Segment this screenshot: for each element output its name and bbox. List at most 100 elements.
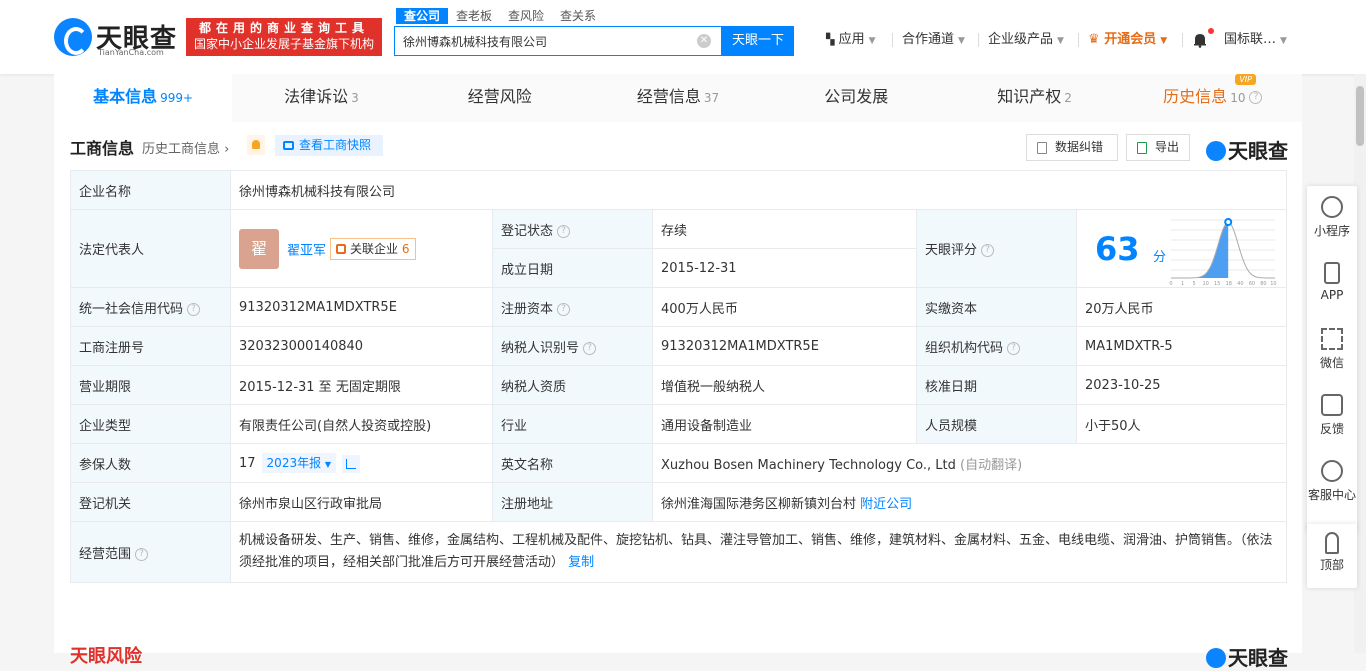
brand-text: 天眼查 [1228,139,1288,163]
score-cell[interactable]: 63 分 015101518406080100 [1075,209,1288,288]
export-button[interactable]: 导出 [1126,134,1190,161]
history-link-label: 历史工商信息 [142,142,221,157]
search-tab-company[interactable]: 查公司 [396,8,449,24]
snapshot-button[interactable]: 查看工商快照 [275,135,383,156]
tab-basic-info[interactable]: 基本信息 999+ [54,74,233,122]
search-button[interactable]: 天眼一下 [722,26,794,56]
brand-text: 天眼查 [1228,646,1288,670]
tab-risk[interactable]: 经营风险 [411,74,589,122]
slogan-line-1: 都在用的商业查询工具 [198,21,369,35]
bell-icon[interactable] [1192,32,1208,48]
nav-intl[interactable]: 国标联… ▼ [1224,30,1287,50]
snapshot-label: 查看工商快照 [299,138,372,152]
chart-tick-label: 10 [1202,281,1208,286]
search-tab-risk[interactable]: 查风险 [500,8,552,24]
back-to-top[interactable]: 顶部 [1307,524,1357,588]
side-support[interactable]: 客服中心 [1307,450,1357,514]
chart-tick-label: 5 [1193,281,1196,286]
related-companies-button[interactable]: 关联企业 6 [330,237,416,260]
nav-vip-label: 开通会员 [1104,32,1157,47]
score-label: 天眼评分 [925,243,978,258]
chart-tick-label: 15 [1214,281,1220,286]
tab-count: 10 [1230,91,1246,105]
side-app[interactable]: APP [1307,252,1357,316]
tab-count: 3 [351,91,359,105]
chart-tick-label: 0 [1169,281,1172,286]
english-name-value: Xuzhou Bosen Machinery Technology Co., L… [661,457,956,473]
miniprogram-icon [1321,196,1343,218]
chevron-right-icon: › [224,142,230,157]
chevron-down-icon: ▼ [1057,36,1064,46]
credit-code-value: 91320312MA1MDXTR5E [230,287,493,327]
help-icon[interactable]: ? [583,341,597,355]
help-icon[interactable]: ? [135,547,149,561]
document-icon [1037,142,1047,154]
apps-grid-icon: ▚ [826,33,835,46]
taxpayer-id-value: 91320312MA1MDXTR5E [652,326,917,366]
org-code-key: 组织机构代码? [916,326,1077,366]
section-title: 工商信息 [70,139,135,158]
side-label: 客服中心 [1307,488,1356,502]
side-label: 小程序 [1313,224,1350,238]
side-feedback[interactable]: 反馈 [1307,384,1357,448]
help-icon[interactable]: ? [1249,91,1263,104]
nav-channels[interactable]: 合作通道 ▼ [902,30,965,50]
phone-icon [1324,262,1340,284]
top-header: 天眼查 TianYanCha.com 都在用的商业查询工具 国家中小企业发展子基… [0,0,1366,74]
logo-eye-icon [1206,141,1226,161]
nav-vip[interactable]: ♛ 开通会员 ▼ [1088,30,1167,50]
notification-dot [1208,28,1214,34]
search-tab-relation[interactable]: 查关系 [552,8,604,24]
help-icon[interactable]: ? [1007,341,1021,355]
chevron-down-icon: ▼ [1280,36,1287,46]
side-wechat[interactable]: 微信 [1307,318,1357,382]
scope-value: 机械设备研发、生产、销售、维修，金属结构、工程机械及配件、旋挖钻机、钻具、灌注导… [239,533,1273,570]
nav-divider [892,33,893,47]
found-date-value: 2015-12-31 [652,248,917,288]
tab-operation[interactable]: 经营信息 37 [589,74,767,122]
nearby-companies-link[interactable]: 附近公司 [860,497,912,512]
excel-icon [1137,142,1147,154]
slogan-banner: 都在用的商业查询工具 国家中小企业发展子基金旗下机构 [186,18,382,56]
table-row: 参保人数 17 2023年报 ▼ 英文名称 Xuzhou Bosen Machin… [70,443,1288,483]
company-name-label: 企业名称 [70,170,231,210]
legal-rep-link[interactable]: 翟亚军 [287,243,326,258]
side-top[interactable]: 顶部 [1307,524,1357,588]
history-business-link[interactable]: 历史工商信息 › [142,138,229,157]
nav-apps[interactable]: ▚ 应用 ▼ [826,30,876,50]
help-icon[interactable]: ? [557,224,571,238]
copy-link[interactable]: 复制 [568,555,594,570]
site-logo[interactable]: 天眼查 TianYanCha.com [54,16,182,60]
help-icon[interactable]: ? [187,302,201,316]
taxpayer-id-label: 纳税人识别号 [501,340,580,356]
term-value: 2015-12-31 至 无固定期限 [230,365,493,405]
search-input[interactable] [395,27,685,55]
table-row: 法定代表人 翟翟亚军 关联企业 6 登记状态? 存续 天眼评分? 63 分 015… [70,209,1288,288]
clear-icon[interactable]: ✕ [697,34,711,48]
data-feedback-button[interactable]: 数据纠错 [1026,134,1118,161]
chart-tick-label: 18 [1226,281,1232,286]
brand-logo: 天眼查 [1206,135,1288,164]
monitor-bell-icon[interactable] [247,135,265,155]
chart-tick-label: 40 [1237,281,1243,286]
side-miniprogram[interactable]: 小程序 [1307,186,1357,250]
scope-cell: 机械设备研发、生产、销售、维修，金属结构、工程机械及配件、旋挖钻机、钻具、灌注导… [229,521,1288,583]
help-icon[interactable]: ? [557,302,571,316]
nav-enterprise[interactable]: 企业级产品 ▼ [988,30,1064,50]
trend-chart-icon[interactable] [342,454,361,473]
business-info-table: 企业名称 徐州博森机械科技有限公司 法定代表人 翟翟亚军 关联企业 6 登记状态?… [70,170,1288,583]
search-tab-boss[interactable]: 查老板 [448,8,500,24]
qr-code-icon [1321,328,1343,350]
annual-report-dropdown[interactable]: 2023年报 ▼ [261,453,337,473]
scrollbar-thumb[interactable] [1356,86,1364,146]
tab-ip[interactable]: 知识产权 2 [945,74,1123,122]
industry-label: 行业 [492,404,653,444]
help-icon[interactable]: ? [981,244,995,257]
tab-label: 知识产权 [997,87,1062,106]
table-row: 企业类型 有限责任公司(自然人投资或控股) 行业 通用设备制造业 人员规模 小于… [70,404,1288,444]
nav-channels-label: 合作通道 [902,32,955,47]
avatar[interactable]: 翟 [239,228,279,269]
tab-history[interactable]: VIP 历史信息 10? [1124,74,1302,122]
tab-legal[interactable]: 法律诉讼 3 [232,74,410,122]
tab-development[interactable]: 公司发展 [767,74,945,122]
